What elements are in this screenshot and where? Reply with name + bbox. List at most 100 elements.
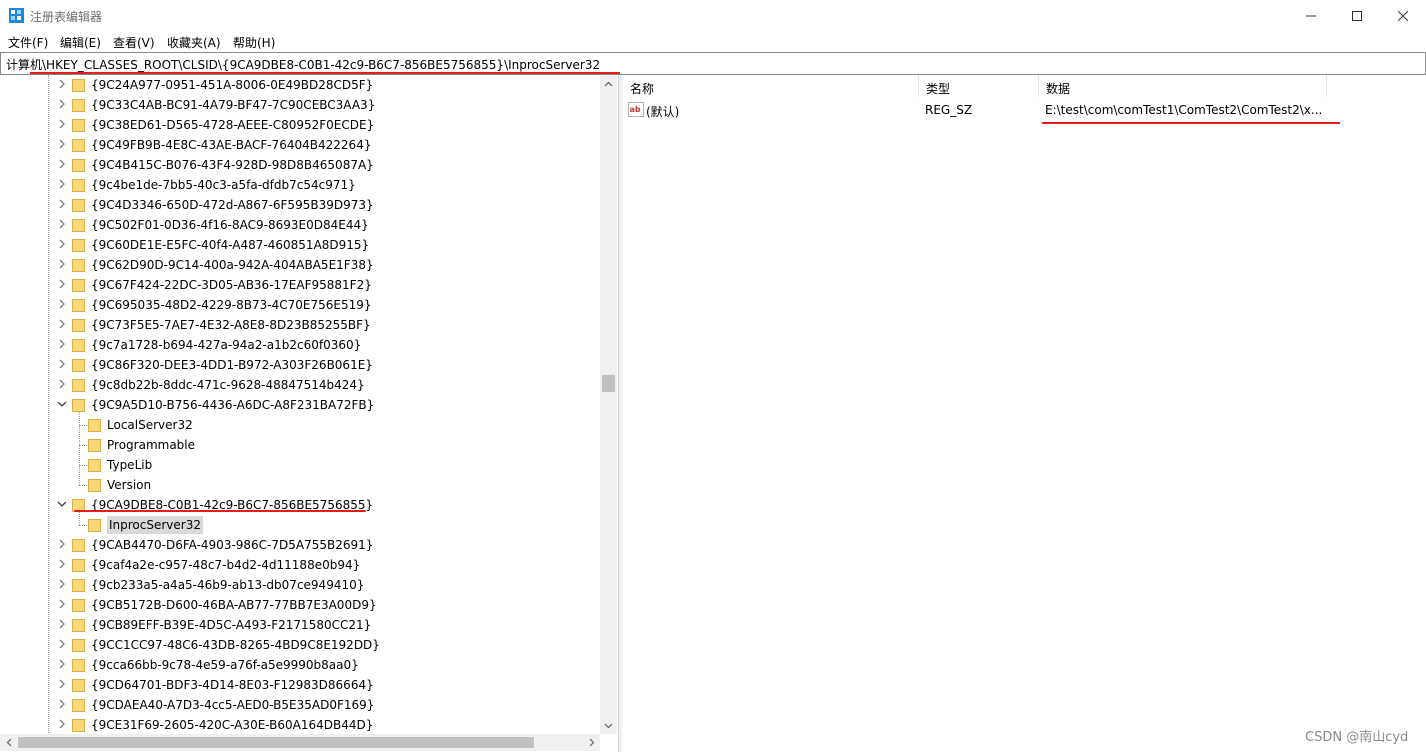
- folder-icon: [72, 719, 85, 732]
- chevron-right-icon[interactable]: [56, 378, 68, 390]
- chevron-right-icon[interactable]: [56, 318, 68, 330]
- tree-key[interactable]: {9C49FB9B-4E8C-43AE-BACF-76404B422264}: [0, 135, 600, 155]
- tree-key[interactable]: {9CB5172B-D600-46BA-AB77-77BB7E3A00D9}: [0, 595, 600, 615]
- chevron-right-icon[interactable]: [56, 238, 68, 250]
- value-name: (默认): [646, 105, 680, 119]
- chevron-right-icon[interactable]: [56, 118, 68, 130]
- tree-subkey[interactable]: Version: [0, 475, 600, 495]
- chevron-right-icon[interactable]: [56, 178, 68, 190]
- tree-key-label: {9C502F01-0D36-4f16-8AC9-8693E0D84E44}: [91, 218, 369, 232]
- chevron-right-icon[interactable]: [56, 558, 68, 570]
- chevron-right-icon[interactable]: [56, 658, 68, 670]
- scroll-right-icon[interactable]: [583, 734, 600, 751]
- tree-key[interactable]: {9caf4a2e-c957-48c7-b4d2-4d11188e0b94}: [0, 555, 600, 575]
- key-tree[interactable]: {9C24A977-0951-451A-8006-0E49BD28CD5F} {9…: [0, 75, 618, 752]
- column-separator[interactable]: [1326, 75, 1327, 97]
- tree-horizontal-scrollbar[interactable]: [0, 734, 600, 751]
- tree-key[interactable]: {9c4be1de-7bb5-40c3-a5fa-dfdb7c54c971}: [0, 175, 600, 195]
- tree-key[interactable]: {9C62D90D-9C14-400a-942A-404ABA5E1F38}: [0, 255, 600, 275]
- chevron-right-icon[interactable]: [56, 218, 68, 230]
- tree-key[interactable]: {9C86F320-DEE3-4DD1-B972-A303F26B061E}: [0, 355, 600, 375]
- tree-key[interactable]: {9CAB4470-D6FA-4903-986C-7D5A755B2691}: [0, 535, 600, 555]
- tree-horizontal-scroll-thumb[interactable]: [18, 737, 534, 748]
- chevron-right-icon[interactable]: [56, 158, 68, 170]
- chevron-down-icon[interactable]: [56, 398, 68, 410]
- tree-key[interactable]: {9CB89EFF-B39E-4D5C-A493-F2171580CC21}: [0, 615, 600, 635]
- value-row[interactable]: ab (默认) REG_SZ E:\test\com\comTest1\ComT…: [622, 100, 1422, 120]
- chevron-right-icon[interactable]: [56, 618, 68, 630]
- tree-vertical-scroll-thumb[interactable]: [602, 375, 615, 392]
- tree-key[interactable]: {9C38ED61-D565-4728-AEEE-C80952F0ECDE}: [0, 115, 600, 135]
- chevron-right-icon[interactable]: [56, 258, 68, 270]
- tree-key-label: {9caf4a2e-c957-48c7-b4d2-4d11188e0b94}: [91, 558, 361, 572]
- tree-key[interactable]: {9C24A977-0951-451A-8006-0E49BD28CD5F}: [0, 75, 600, 95]
- tree-key[interactable]: {9C502F01-0D36-4f16-8AC9-8693E0D84E44}: [0, 215, 600, 235]
- chevron-right-icon[interactable]: [56, 678, 68, 690]
- folder-icon: [72, 559, 85, 572]
- tree-key[interactable]: {9c7a1728-b694-427a-94a2-a1b2c60f0360}: [0, 335, 600, 355]
- menu-edit[interactable]: 编辑(E): [60, 34, 101, 51]
- tree-key[interactable]: {9CD64701-BDF3-4D14-8E03-F12983D86664}: [0, 675, 600, 695]
- tree-subkey[interactable]: LocalServer32: [0, 415, 600, 435]
- menu-help[interactable]: 帮助(H): [233, 34, 275, 51]
- tree-key[interactable]: {9C73F5E5-7AE7-4E32-A8E8-8D23B85255BF}: [0, 315, 600, 335]
- tree-subkey[interactable]: TypeLib: [0, 455, 600, 475]
- tree-key[interactable]: {9C67F424-22DC-3D05-AB36-17EAF95881F2}: [0, 275, 600, 295]
- maximize-button[interactable]: [1334, 0, 1380, 31]
- scroll-left-icon[interactable]: [0, 734, 17, 751]
- tree-key[interactable]: {9c8db22b-8ddc-471c-9628-48847514b424}: [0, 375, 600, 395]
- chevron-down-icon[interactable]: [56, 498, 68, 510]
- chevron-right-icon[interactable]: [56, 598, 68, 610]
- folder-icon: [88, 519, 101, 532]
- values-list[interactable]: 名称 类型 数据 ab (默认) REG_SZ E:\test\com\comT…: [622, 75, 1424, 752]
- chevron-right-icon[interactable]: [56, 78, 68, 90]
- tree-key[interactable]: {9CE31F69-2605-420C-A30E-B60A164DB44D}: [0, 715, 600, 735]
- folder-icon: [72, 679, 85, 692]
- tree-key-label: {9CE31F69-2605-420C-A30E-B60A164DB44D}: [91, 718, 374, 732]
- tree-key[interactable]: {9CDAEA40-A7D3-4cc5-AED0-B5E35AD0F169}: [0, 695, 600, 715]
- menu-view[interactable]: 查看(V): [113, 34, 155, 51]
- tree-key[interactable]: {9C60DE1E-E5FC-40f4-A487-460851A8D915}: [0, 235, 600, 255]
- menu-file[interactable]: 文件(F): [8, 34, 48, 51]
- folder-icon: [72, 119, 85, 132]
- column-header-type[interactable]: 类型: [918, 75, 1038, 97]
- chevron-right-icon[interactable]: [56, 338, 68, 350]
- folder-icon: [72, 279, 85, 292]
- folder-icon: [72, 599, 85, 612]
- tree-subkey[interactable]: Programmable: [0, 435, 600, 455]
- chevron-right-icon[interactable]: [56, 578, 68, 590]
- tree-key[interactable]: {9C4D3346-650D-472d-A867-6F595B39D973}: [0, 195, 600, 215]
- chevron-right-icon[interactable]: [56, 538, 68, 550]
- tree-key-label: {9CB5172B-D600-46BA-AB77-77BB7E3A00D9}: [91, 598, 377, 612]
- tree-key[interactable]: {9cb233a5-a4a5-46b9-ab13-db07ce949410}: [0, 575, 600, 595]
- tree-key-label: {9c7a1728-b694-427a-94a2-a1b2c60f0360}: [91, 338, 362, 352]
- tree-key[interactable]: {9C33C4AB-BC91-4A79-BF47-7C90CEBC3AA3}: [0, 95, 600, 115]
- tree-key-label: {9C33C4AB-BC91-4A79-BF47-7C90CEBC3AA3}: [91, 98, 376, 112]
- chevron-right-icon[interactable]: [56, 198, 68, 210]
- menu-favorites[interactable]: 收藏夹(A): [167, 34, 221, 51]
- tree-key[interactable]: {9CA9DBE8-C0B1-42c9-B6C7-856BE5756855}: [0, 495, 600, 515]
- tree-key[interactable]: {9C695035-48D2-4229-8B73-4C70E756E519}: [0, 295, 600, 315]
- tree-key[interactable]: {9cca66bb-9c78-4e59-a76f-a5e9990b8aa0}: [0, 655, 600, 675]
- tree-vertical-scrollbar[interactable]: [600, 75, 617, 734]
- close-button[interactable]: [1380, 0, 1426, 31]
- tree-key[interactable]: {9CC1CC97-48C6-43DB-8265-4BD9C8E192DD}: [0, 635, 600, 655]
- column-header-data-label: 数据: [1046, 82, 1071, 96]
- scroll-down-icon[interactable]: [600, 717, 617, 734]
- chevron-right-icon[interactable]: [56, 638, 68, 650]
- scroll-up-icon[interactable]: [600, 75, 617, 92]
- chevron-right-icon[interactable]: [56, 358, 68, 370]
- chevron-right-icon[interactable]: [56, 98, 68, 110]
- chevron-right-icon[interactable]: [56, 298, 68, 310]
- minimize-button[interactable]: [1288, 0, 1334, 31]
- chevron-right-icon[interactable]: [56, 138, 68, 150]
- tree-key[interactable]: {9C4B415C-B076-43F4-928D-98D8B465087A}: [0, 155, 600, 175]
- chevron-right-icon[interactable]: [56, 718, 68, 730]
- column-header-name[interactable]: 名称: [622, 75, 918, 97]
- tree-subkey[interactable]: InprocServer32: [0, 515, 600, 535]
- chevron-right-icon[interactable]: [56, 698, 68, 710]
- tree-key[interactable]: {9C9A5D10-B756-4436-A6DC-A8F231BA72FB}: [0, 395, 600, 415]
- chevron-right-icon[interactable]: [56, 278, 68, 290]
- column-header-data[interactable]: 数据: [1038, 75, 1326, 97]
- address-path[interactable]: 计算机\HKEY_CLASSES_ROOT\CLSID\{9CA9DBE8-C0…: [6, 56, 600, 73]
